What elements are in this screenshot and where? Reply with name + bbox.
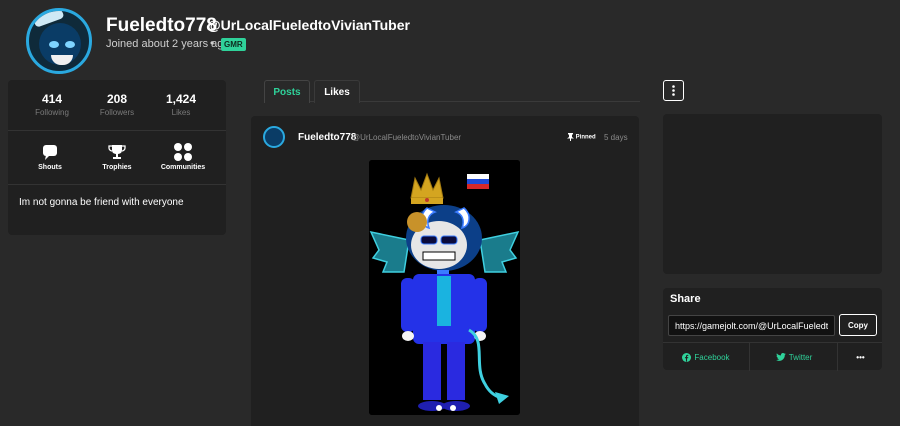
followers-label: Followers: [99, 108, 135, 117]
separator-dot: •: [210, 36, 215, 50]
post-card[interactable]: Fueledto778 @UrLocalFueledtoVivianTuber …: [251, 116, 639, 426]
stat-likes[interactable]: 1,424 Likes: [146, 92, 216, 117]
communities-button[interactable]: Communities: [148, 142, 218, 171]
shouts-button[interactable]: Shouts: [15, 142, 85, 171]
ad-placeholder: [663, 114, 882, 274]
profile-handle: @UrLocalFueledtoVivianTuber: [207, 17, 410, 33]
divider: [8, 184, 226, 185]
copy-button[interactable]: Copy: [839, 314, 877, 336]
twitter-label: Twitter: [788, 352, 813, 362]
post-author-handle[interactable]: @UrLocalFueledtoVivianTuber: [352, 133, 461, 142]
likes-label: Likes: [171, 108, 191, 117]
trophy-icon: [82, 142, 152, 162]
share-card: Share Copy Facebook Twitter •••: [663, 288, 882, 371]
twitter-icon: [775, 353, 786, 361]
post-image[interactable]: [369, 160, 520, 415]
gmr-badge: GMR: [221, 38, 246, 51]
divider: [8, 130, 226, 131]
post-author-avatar[interactable]: [263, 126, 285, 148]
following-label: Following: [35, 108, 69, 117]
communities-grid-icon: [148, 142, 218, 162]
following-count: 414: [41, 92, 63, 106]
communities-label: Communities: [160, 164, 206, 171]
stat-followers[interactable]: 208 Followers: [82, 92, 152, 117]
profile-tabs: Posts Likes: [264, 80, 640, 103]
pinned-indicator: Pinned: [567, 133, 596, 141]
share-twitter-button[interactable]: Twitter: [751, 343, 838, 371]
facebook-icon: [682, 352, 692, 362]
share-facebook-button[interactable]: Facebook: [663, 343, 750, 371]
profile-name: Fueledto778: [106, 15, 217, 36]
pin-icon: [567, 133, 574, 141]
share-more-button[interactable]: •••: [839, 343, 882, 371]
share-url-input[interactable]: [668, 315, 835, 336]
followers-count: 208: [106, 92, 128, 106]
facebook-label: Facebook: [694, 352, 730, 362]
trophies-button[interactable]: Trophies: [82, 142, 152, 171]
chat-bubble-icon: [15, 142, 85, 162]
profile-more-options-button[interactable]: [663, 80, 684, 101]
profile-avatar[interactable]: [26, 8, 92, 74]
likes-count: 1,424: [165, 92, 197, 106]
share-title: Share: [670, 293, 701, 305]
character-artwork: [369, 160, 520, 415]
post-author-name[interactable]: Fueledto778: [298, 132, 356, 143]
avatar-eye: [49, 41, 59, 48]
vertical-ellipsis-icon: [672, 85, 675, 96]
shouts-label: Shouts: [38, 164, 62, 171]
profile-stats-card: 414 Following 208 Followers 1,424 Likes …: [8, 80, 226, 235]
avatar-eye: [65, 41, 75, 48]
tab-posts[interactable]: Posts: [264, 80, 310, 103]
stat-following[interactable]: 414 Following: [17, 92, 87, 117]
trophies-label: Trophies: [102, 164, 132, 171]
tab-likes[interactable]: Likes: [314, 80, 360, 103]
pinned-label: Pinned: [575, 134, 596, 141]
share-buttons-row: Facebook Twitter •••: [663, 342, 882, 371]
post-timestamp[interactable]: 5 days: [604, 133, 628, 142]
profile-bio: Im not gonna be friend with everyone: [19, 197, 184, 208]
